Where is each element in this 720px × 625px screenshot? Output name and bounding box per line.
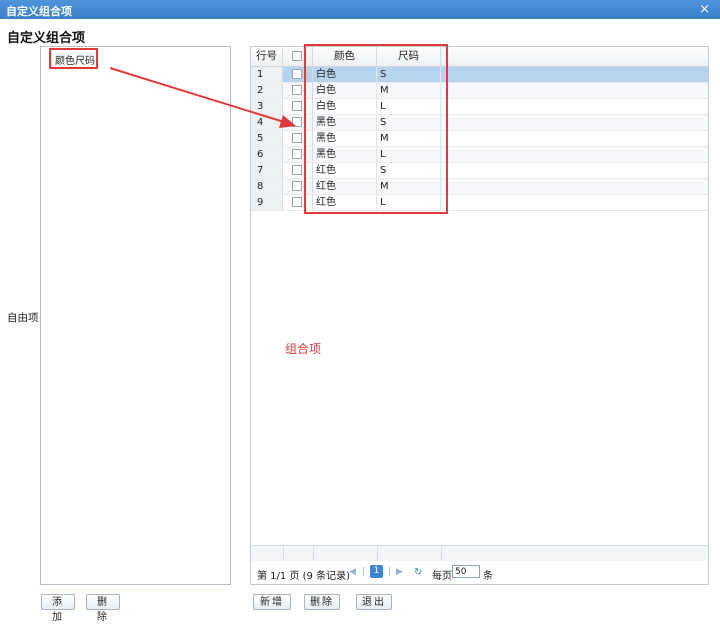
new-button[interactable]: 新增 [253,594,291,610]
delete-free-item-button[interactable]: 删除 [86,594,120,623]
exit-button[interactable]: 退出 [356,594,392,610]
annotation-arrow [109,67,296,128]
add-button[interactable]: 添加 [41,594,75,623]
delete-combination-button[interactable]: 删除 [304,594,340,610]
